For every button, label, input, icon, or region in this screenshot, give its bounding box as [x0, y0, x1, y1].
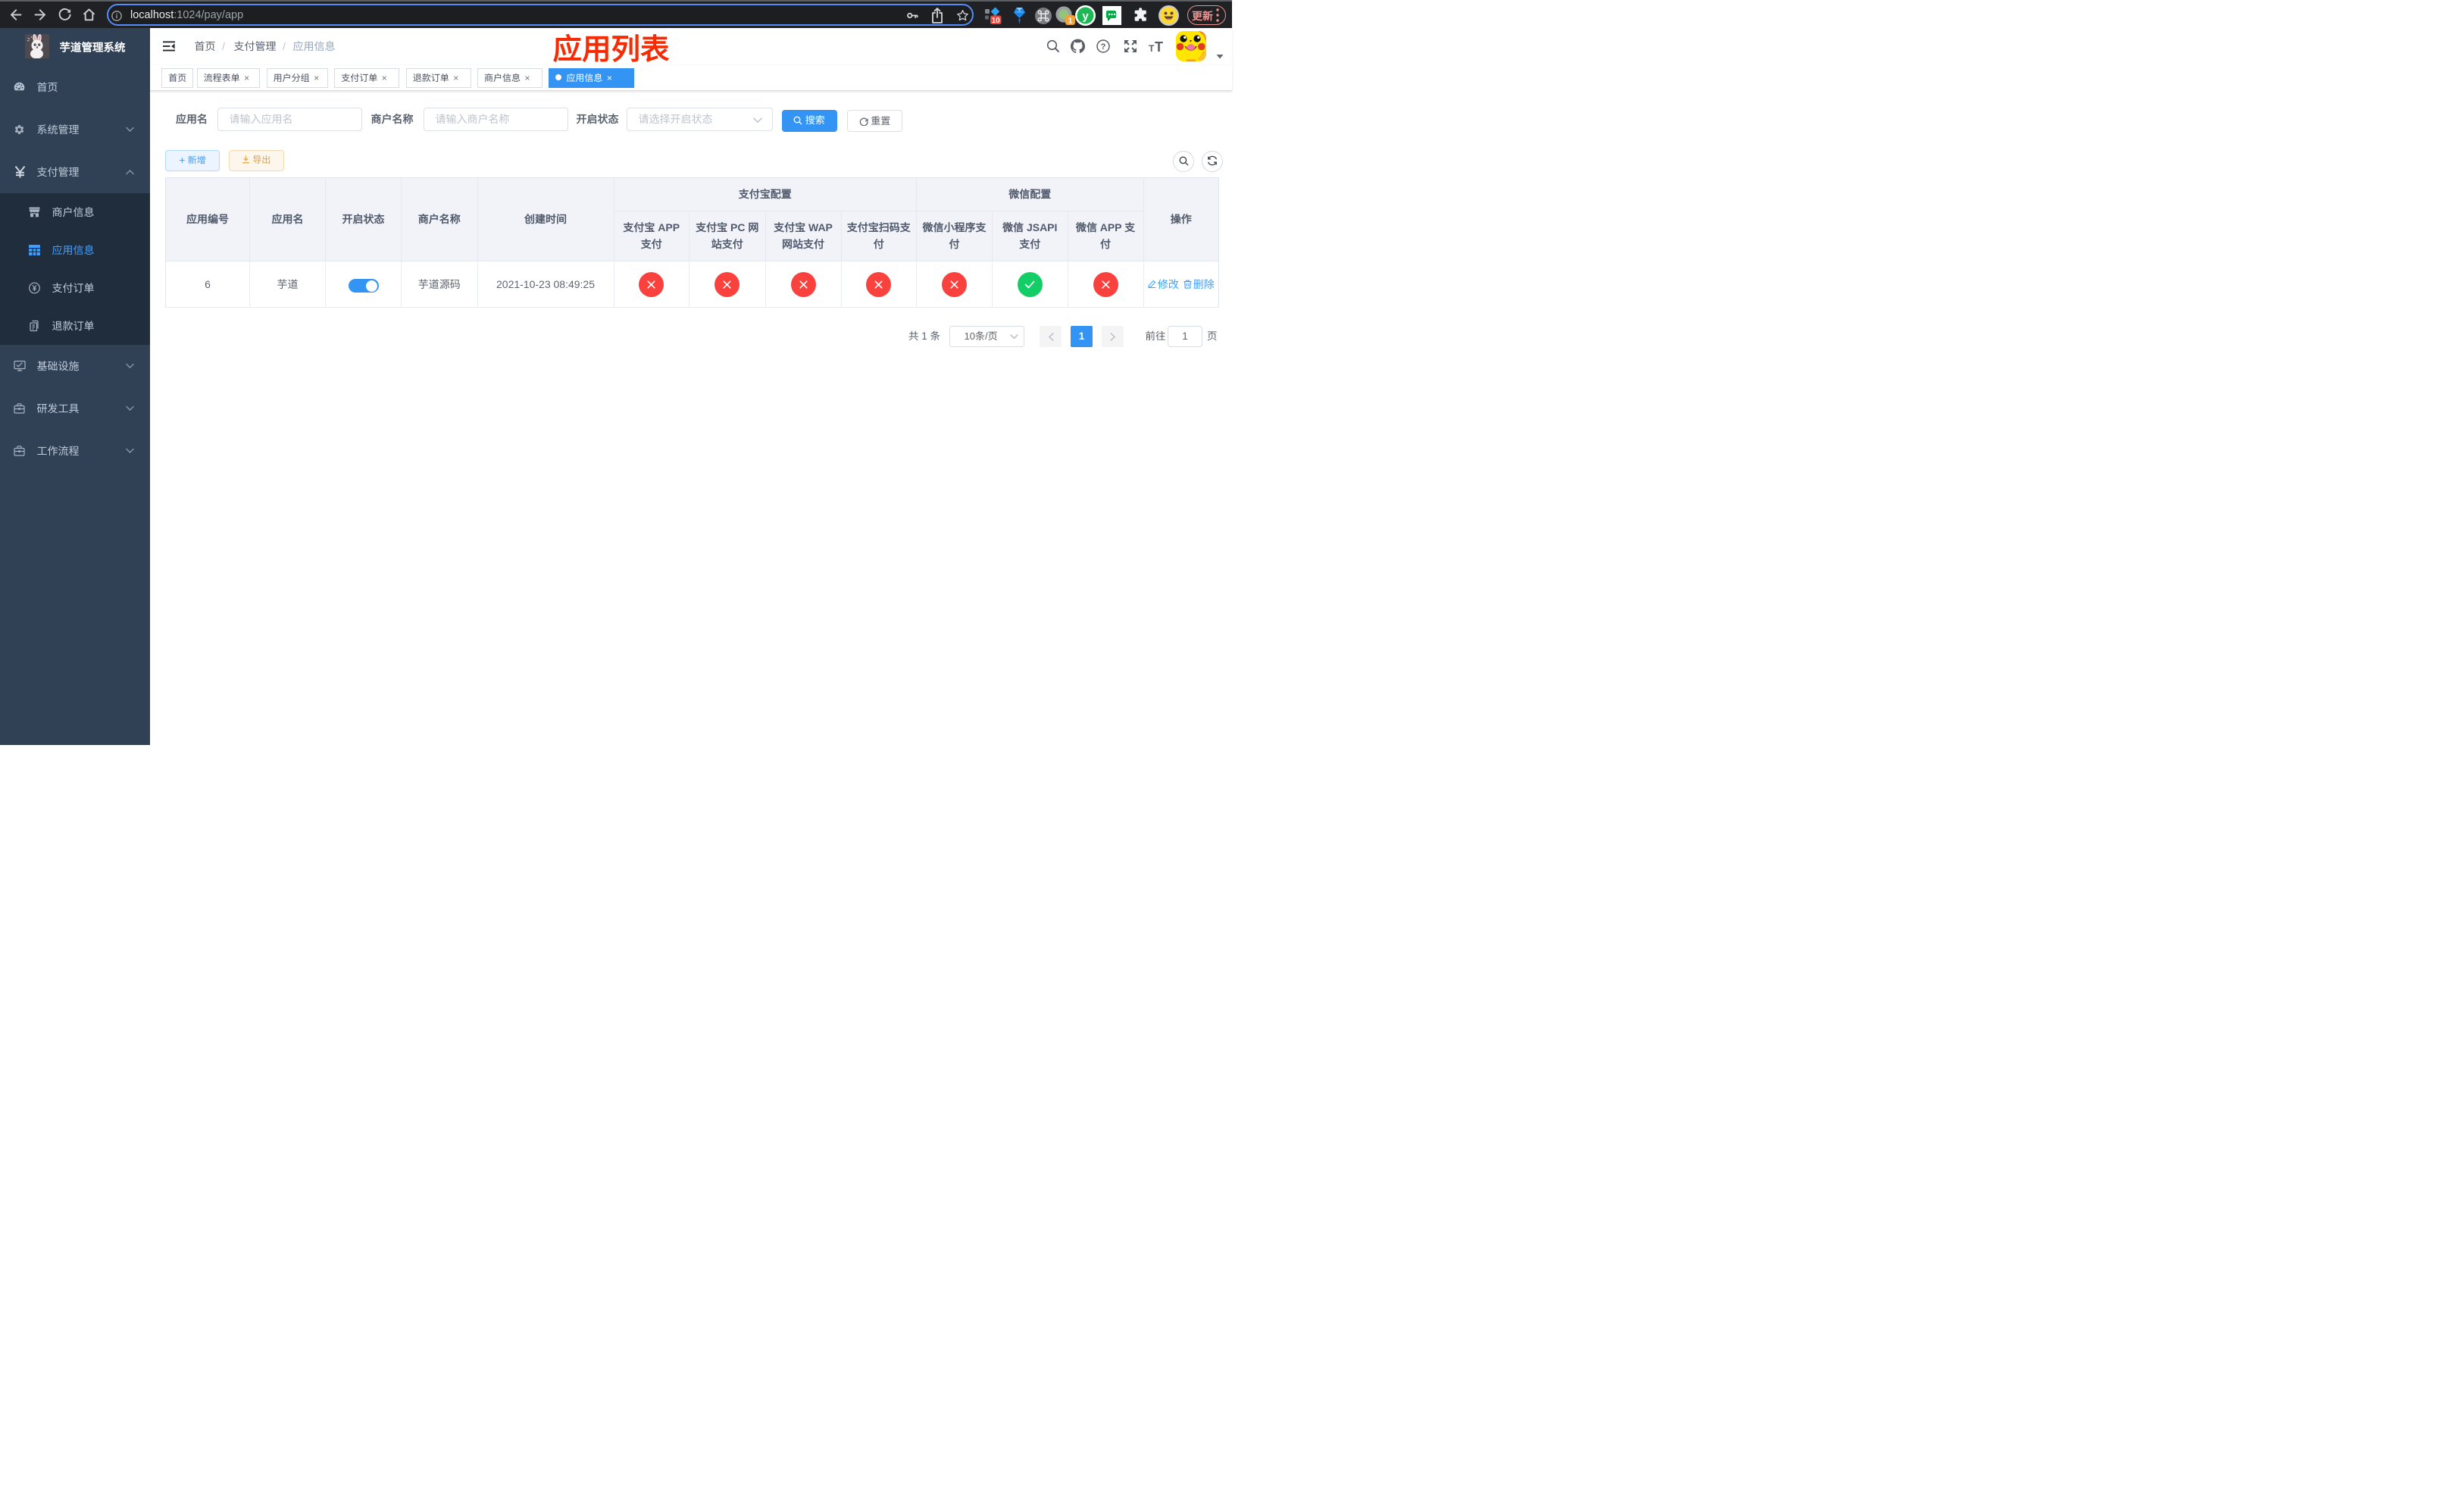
svg-text:?: ? [1101, 42, 1106, 52]
svg-text:T: T [1155, 40, 1163, 52]
svg-text:10: 10 [992, 17, 1001, 24]
svg-text:1: 1 [1068, 17, 1073, 26]
svg-text:y: y [1082, 10, 1089, 23]
svg-text:T: T [1149, 43, 1155, 52]
